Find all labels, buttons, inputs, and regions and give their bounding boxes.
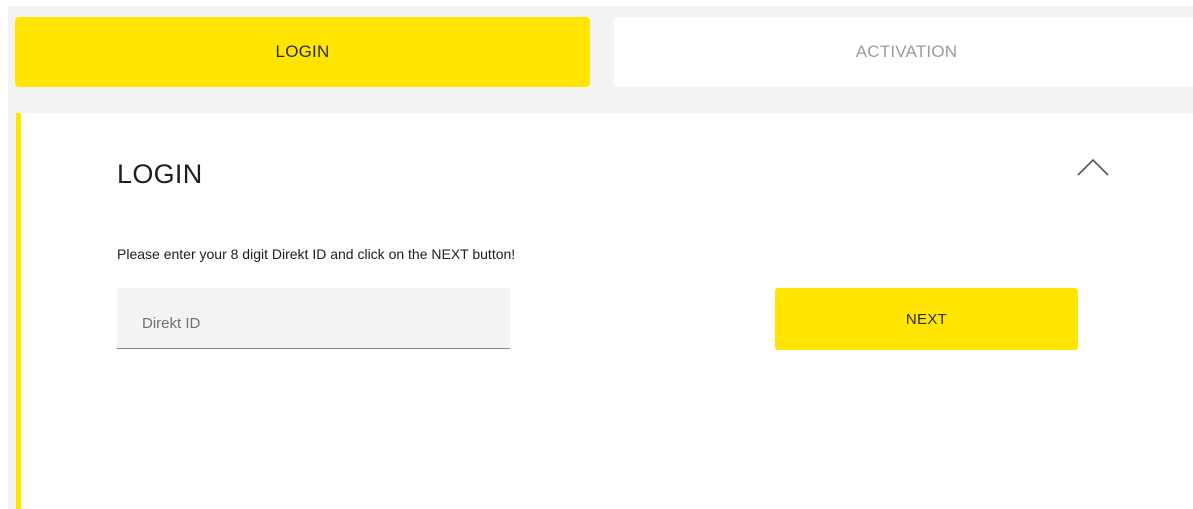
- login-panel: LOGIN Please enter your 8 digit Direkt I…: [16, 113, 1193, 509]
- panel-title: LOGIN: [117, 159, 203, 189]
- next-button[interactable]: NEXT: [775, 288, 1078, 350]
- login-instruction: Please enter your 8 digit Direkt ID and …: [117, 246, 516, 262]
- tab-activation-label: ACTIVATION: [855, 42, 958, 61]
- direkt-id-field-container: [117, 288, 510, 349]
- tab-login[interactable]: LOGIN: [15, 17, 590, 87]
- app-frame: LOGIN ACTIVATION LOGIN Please enter your…: [8, 6, 1193, 509]
- tab-login-label: LOGIN: [275, 42, 330, 61]
- tab-activation[interactable]: ACTIVATION: [614, 17, 1193, 87]
- direkt-id-input[interactable]: [117, 288, 510, 348]
- chevron-up-icon[interactable]: [1075, 155, 1111, 179]
